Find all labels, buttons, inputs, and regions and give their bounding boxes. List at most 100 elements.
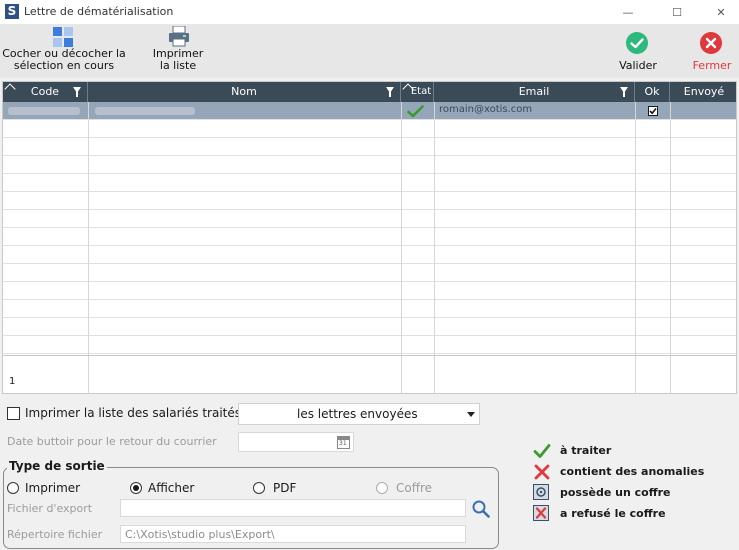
close-label: Fermer bbox=[692, 59, 732, 72]
directory-value: C:\Xotis\studio plus\Export\ bbox=[125, 528, 275, 541]
table-row[interactable]: romain@xotis.com bbox=[3, 102, 736, 120]
table-row[interactable] bbox=[3, 336, 736, 354]
letters-filter-value: les lettres envoyées bbox=[297, 407, 418, 421]
legend-a-traiter: à traiter bbox=[560, 444, 612, 457]
column-header-nom[interactable]: Nom bbox=[88, 82, 401, 102]
validate-check-icon bbox=[626, 32, 648, 54]
close-button[interactable]: Fermer bbox=[686, 28, 738, 76]
close-window-button[interactable]: ✕ bbox=[704, 0, 738, 24]
column-divider bbox=[434, 102, 435, 393]
radio-circle bbox=[7, 482, 19, 494]
grid-header: Code Nom Etat Email Ok Envoyé bbox=[3, 82, 736, 102]
column-divider bbox=[635, 102, 636, 393]
search-icon[interactable] bbox=[472, 500, 490, 518]
title-bar: S Lettre de dématérialisation — ☐ ✕ bbox=[0, 0, 739, 24]
table-row[interactable] bbox=[3, 282, 736, 300]
radio-pdf[interactable]: PDF bbox=[253, 481, 313, 495]
validate-label: Valider bbox=[619, 59, 657, 72]
column-email-label: Email bbox=[518, 85, 550, 98]
directory-input[interactable]: C:\Xotis\studio plus\Export\ bbox=[120, 525, 466, 543]
sort-up-icon bbox=[4, 83, 16, 95]
select-toggle-button[interactable]: Cocher ou décocher la sélection en cours bbox=[0, 24, 136, 78]
legend-possede-coffre: possède un coffre bbox=[560, 486, 671, 499]
print-list-label-2: la liste bbox=[159, 59, 197, 72]
table-row[interactable] bbox=[3, 192, 736, 210]
radio-imprimer-label: Imprimer bbox=[25, 481, 81, 495]
column-divider bbox=[88, 102, 89, 393]
column-header-etat[interactable]: Etat bbox=[401, 82, 434, 102]
safe-refused-icon bbox=[533, 505, 549, 521]
calendar-day: 31 bbox=[339, 440, 347, 447]
export-file-label: Fichier d'export bbox=[7, 502, 93, 515]
close-x-icon bbox=[700, 32, 722, 54]
ok-checkbox[interactable] bbox=[648, 106, 658, 116]
filter-icon[interactable] bbox=[620, 87, 628, 97]
deadline-label: Date buttoir pour le retour du courrier bbox=[7, 435, 217, 448]
minimize-button[interactable]: — bbox=[611, 0, 645, 24]
radio-imprimer[interactable]: Imprimer bbox=[7, 481, 87, 495]
column-nom-label: Nom bbox=[231, 85, 257, 98]
code-value bbox=[8, 107, 80, 115]
table-row[interactable] bbox=[3, 228, 736, 246]
filter-icon[interactable] bbox=[73, 87, 81, 97]
table-row[interactable] bbox=[3, 156, 736, 174]
toolbar: Cocher ou décocher la sélection en cours… bbox=[0, 24, 739, 78]
directory-label: Répertoire fichier bbox=[7, 528, 103, 541]
column-header-ok[interactable]: Ok bbox=[635, 82, 670, 102]
table-row[interactable] bbox=[3, 264, 736, 282]
table-row[interactable] bbox=[3, 138, 736, 156]
table-row[interactable] bbox=[3, 120, 736, 138]
nom-value bbox=[95, 107, 195, 115]
table-row[interactable] bbox=[3, 174, 736, 192]
maximize-icon: ☐ bbox=[672, 5, 682, 19]
export-file-input[interactable] bbox=[120, 499, 466, 517]
column-envoye-label: Envoyé bbox=[683, 85, 725, 98]
row-count: 1 bbox=[9, 376, 16, 387]
radio-afficher[interactable]: Afficher bbox=[130, 481, 210, 495]
window-title: Lettre de dématérialisation bbox=[24, 5, 174, 18]
column-ok-label: Ok bbox=[644, 85, 660, 98]
app-logo: S bbox=[5, 4, 19, 19]
printer-icon bbox=[169, 26, 189, 47]
radio-afficher-label: Afficher bbox=[148, 481, 195, 495]
safe-icon bbox=[533, 484, 549, 500]
salaries-grid[interactable]: Code Nom Etat Email Ok Envoyé romain@xot… bbox=[2, 81, 737, 394]
letters-filter-select[interactable]: les lettres envoyées bbox=[238, 403, 480, 425]
table-row[interactable] bbox=[3, 246, 736, 264]
select-toggle-label-2: sélection en cours bbox=[13, 59, 115, 72]
deadline-date-input[interactable]: 31 bbox=[238, 432, 354, 452]
column-divider bbox=[670, 102, 671, 393]
select-grid-icon bbox=[53, 27, 73, 47]
radio-pdf-label: PDF bbox=[273, 481, 297, 495]
validate-button[interactable]: Valider bbox=[612, 28, 664, 76]
print-list-checkbox[interactable] bbox=[7, 407, 20, 420]
output-type-legend: Type de sortie bbox=[7, 459, 107, 473]
check-icon bbox=[533, 444, 551, 458]
checkmark-icon bbox=[649, 107, 657, 115]
table-row[interactable] bbox=[3, 300, 736, 318]
radio-circle-disabled bbox=[376, 482, 388, 494]
table-row[interactable] bbox=[3, 210, 736, 228]
column-header-email[interactable]: Email bbox=[434, 82, 635, 102]
table-row[interactable] bbox=[3, 318, 736, 336]
maximize-button[interactable]: ☐ bbox=[660, 0, 694, 24]
close-icon: ✕ bbox=[716, 5, 726, 19]
chevron-down-icon bbox=[467, 412, 475, 417]
cross-icon bbox=[534, 464, 550, 480]
column-code-label: Code bbox=[30, 85, 60, 98]
email-value: romain@xotis.com bbox=[439, 104, 533, 115]
radio-coffre-label: Coffre bbox=[396, 481, 433, 495]
radio-circle-selected bbox=[130, 482, 142, 494]
print-list-button[interactable]: Imprimer la liste bbox=[144, 24, 212, 78]
footer-divider bbox=[3, 355, 736, 356]
filter-icon[interactable] bbox=[386, 87, 394, 97]
column-header-envoye[interactable]: Envoyé bbox=[670, 82, 736, 102]
legend-anomalies: contient des anomalies bbox=[560, 465, 705, 478]
calendar-icon[interactable]: 31 bbox=[337, 436, 350, 449]
legend-refuse-coffre: a refusé le coffre bbox=[560, 507, 666, 520]
column-divider bbox=[401, 102, 402, 393]
print-list-label: Imprimer la liste des salariés traités bbox=[25, 406, 241, 420]
minimize-icon: — bbox=[622, 5, 634, 19]
radio-coffre: Coffre bbox=[376, 481, 446, 495]
column-header-code[interactable]: Code bbox=[3, 82, 88, 102]
